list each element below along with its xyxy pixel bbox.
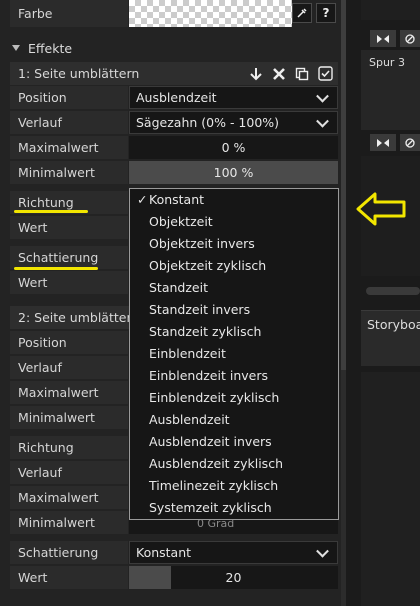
verlauf-value: Sägezahn (0% - 100%) bbox=[136, 115, 280, 130]
storyboard-area bbox=[361, 372, 420, 606]
minimalwert2-label: Minimalwert bbox=[10, 406, 128, 429]
position-row: Position Ausblendzeit bbox=[10, 86, 338, 109]
color-swatch[interactable] bbox=[129, 0, 292, 27]
schattierung-highlight-underline bbox=[14, 267, 98, 270]
position-value: Ausblendzeit bbox=[136, 90, 217, 105]
dropdown-option[interactable]: Einblendzeit zyklisch bbox=[130, 387, 338, 409]
track-3[interactable]: Spur 3 bbox=[361, 50, 420, 130]
move-down-icon[interactable] bbox=[246, 64, 266, 84]
effekte-header[interactable]: Effekte bbox=[12, 39, 72, 57]
dropdown-option[interactable]: Systemzeit zyklisch bbox=[130, 497, 338, 519]
checkmark-icon: ✓ bbox=[137, 192, 148, 207]
wert3-slider[interactable]: 20 bbox=[129, 566, 338, 589]
track-3-label: Spur 3 bbox=[369, 56, 405, 69]
eyedropper-icon[interactable] bbox=[292, 3, 312, 23]
wert-label: Wert bbox=[10, 216, 128, 239]
dropdown-option[interactable]: Standzeit zyklisch bbox=[130, 321, 338, 343]
effect1-header: 1: Seite umblättern bbox=[10, 62, 338, 85]
dropdown-option[interactable]: Timelinezeit zyklisch bbox=[130, 475, 338, 497]
verlauf2-label: Verlauf bbox=[10, 356, 128, 379]
wert3-value: 20 bbox=[225, 570, 242, 585]
maximalwert-row: Maximalwert 0 % bbox=[10, 136, 338, 159]
minimalwert3-label: Minimalwert bbox=[10, 511, 128, 534]
position-select[interactable]: Ausblendzeit bbox=[129, 86, 338, 109]
dropdown-option[interactable]: Einblendzeit invers bbox=[130, 365, 338, 387]
wert3-label: Wert bbox=[10, 566, 128, 589]
yellow-arrow-icon bbox=[356, 192, 406, 226]
dropdown-option[interactable]: Ausblendzeit zyklisch bbox=[130, 453, 338, 475]
dropdown-option-label: Konstant bbox=[149, 192, 205, 207]
maximalwert-label: Maximalwert bbox=[10, 136, 128, 159]
schattierung2-label: Schattierung bbox=[10, 541, 128, 564]
verlauf-label: Verlauf bbox=[10, 111, 128, 134]
richtung2-label: Richtung bbox=[10, 436, 128, 459]
dropdown-option[interactable]: Objektzeit zyklisch bbox=[130, 255, 338, 277]
position2-label: Position bbox=[10, 331, 128, 354]
verlauf-row: Verlauf Sägezahn (0% - 100%) bbox=[10, 111, 338, 134]
track3-split-button[interactable] bbox=[370, 134, 396, 151]
track-split-button[interactable] bbox=[370, 30, 396, 47]
dropdown-option[interactable]: Standzeit bbox=[130, 277, 338, 299]
maximalwert2-label: Maximalwert bbox=[10, 381, 128, 404]
help-button[interactable]: ? bbox=[316, 3, 336, 23]
track-disable-button[interactable] bbox=[400, 30, 420, 47]
collapse-triangle-icon bbox=[12, 45, 20, 51]
maximalwert-slider[interactable]: 0 % bbox=[129, 136, 338, 159]
copy-icon[interactable] bbox=[292, 64, 312, 84]
verlauf-select[interactable]: Sägezahn (0% - 100%) bbox=[129, 111, 338, 134]
schattierung2-select[interactable]: Konstant bbox=[129, 541, 338, 564]
wert2-label: Wert bbox=[10, 271, 128, 294]
dropdown-option[interactable]: Ausblendzeit bbox=[130, 409, 338, 431]
timeline-scrollbar[interactable] bbox=[366, 287, 420, 295]
track-top bbox=[361, 0, 420, 20]
minimalwert-row: Minimalwert 100 % bbox=[10, 161, 338, 184]
minimalwert-slider[interactable]: 100 % bbox=[129, 161, 338, 184]
schattierung2-row: Schattierung Konstant bbox=[10, 541, 338, 564]
schattierung-label: Schattierung bbox=[10, 246, 128, 269]
effekte-label: Effekte bbox=[28, 40, 73, 56]
chevron-down-icon bbox=[316, 114, 329, 128]
richtung-dropdown-list[interactable]: ✓ Konstant Objektzeit Objektzeit invers … bbox=[129, 188, 339, 520]
dropdown-option[interactable]: Objektzeit invers bbox=[130, 233, 338, 255]
dropdown-option[interactable]: Objektzeit bbox=[130, 211, 338, 233]
effect2-title: 2: Seite umblättern bbox=[18, 310, 140, 325]
minimalwert-label: Minimalwert bbox=[10, 161, 128, 184]
maximalwert3-label: Maximalwert bbox=[10, 486, 128, 509]
delete-icon[interactable] bbox=[269, 64, 289, 84]
wert3-row: Wert 20 bbox=[10, 566, 338, 589]
dropdown-option[interactable]: Standzeit invers bbox=[130, 299, 338, 321]
dropdown-option-selected[interactable]: ✓ Konstant bbox=[130, 189, 338, 211]
effect1-title: 1: Seite umblättern bbox=[18, 66, 140, 81]
storyboard-label: Storyboa bbox=[367, 317, 420, 332]
farbe-label: Farbe bbox=[10, 0, 128, 27]
chevron-down-icon bbox=[316, 544, 329, 558]
dropdown-option[interactable]: Ausblendzeit invers bbox=[130, 431, 338, 453]
schattierung2-value: Konstant bbox=[136, 545, 192, 560]
position-label: Position bbox=[10, 86, 128, 109]
verlauf3-label: Verlauf bbox=[10, 461, 128, 484]
richtung-highlight-underline bbox=[14, 210, 88, 213]
checkbox-icon[interactable] bbox=[315, 64, 335, 84]
chevron-down-icon bbox=[316, 89, 329, 103]
storyboard-tab[interactable]: Storyboa bbox=[361, 310, 420, 366]
dropdown-option[interactable]: Einblendzeit bbox=[130, 343, 338, 365]
track3-disable-button[interactable] bbox=[400, 134, 420, 151]
farbe-row: Farbe bbox=[10, 0, 338, 27]
